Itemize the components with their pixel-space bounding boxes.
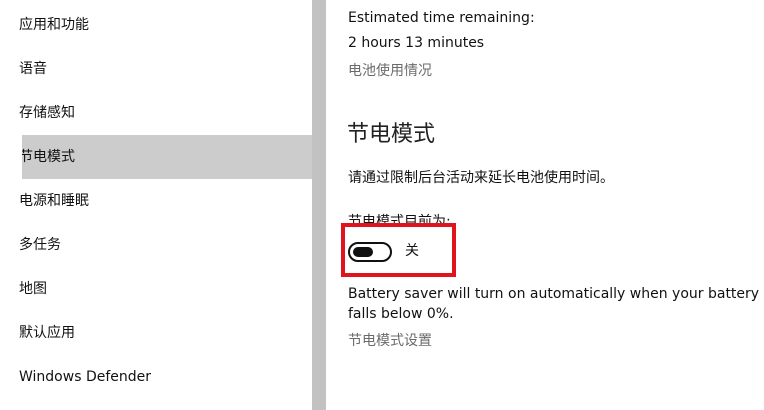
sidebar-item-label: Windows Defender bbox=[19, 369, 152, 385]
sidebar: 应用和功能 语音 存储感知 节电模式 电源和睡眠 多任务 地图 默认应用 Win… bbox=[0, 0, 312, 410]
sidebar-item-default-apps[interactable]: 默认应用 bbox=[0, 311, 312, 355]
section-title: 节电模式 bbox=[347, 122, 436, 147]
sidebar-item-label: 语音 bbox=[19, 61, 47, 77]
estimated-time-value: 2 hours 13 minutes bbox=[348, 35, 485, 51]
sidebar-scrollbar[interactable] bbox=[312, 0, 326, 410]
auto-turn-on-description: Battery saver will turn on automatically… bbox=[348, 286, 760, 322]
battery-usage-link[interactable]: 电池使用情况 bbox=[348, 60, 432, 80]
estimated-time-label: Estimated time remaining: bbox=[348, 10, 535, 26]
sidebar-item-label: 多任务 bbox=[19, 237, 61, 253]
sidebar-item-label: 节电模式 bbox=[22, 149, 75, 165]
battery-saver-panel: Estimated time remaining: 2 hours 13 min… bbox=[326, 0, 764, 410]
section-description: 请通过限制后台活动来延长电池使用时间。 bbox=[348, 170, 614, 186]
sidebar-item-battery-saver[interactable]: 节电模式 bbox=[22, 135, 312, 179]
sidebar-item-windows-defender[interactable]: Windows Defender bbox=[0, 355, 312, 399]
sidebar-item-label: 应用和功能 bbox=[19, 17, 89, 33]
sidebar-item-speech[interactable]: 语音 bbox=[0, 47, 312, 91]
sidebar-item-label: 地图 bbox=[19, 281, 47, 297]
battery-saver-toggle[interactable] bbox=[348, 242, 392, 262]
sidebar-item-label: 存储感知 bbox=[19, 105, 75, 121]
sidebar-item-power-sleep[interactable]: 电源和睡眠 bbox=[0, 179, 312, 223]
sidebar-item-storage[interactable]: 存储感知 bbox=[0, 91, 312, 135]
toggle-knob bbox=[353, 247, 373, 257]
sidebar-item-label: 电源和睡眠 bbox=[19, 193, 89, 209]
status-label: 节电模式目前为: bbox=[348, 214, 451, 230]
sidebar-item-maps[interactable]: 地图 bbox=[0, 267, 312, 311]
settings-window: 应用和功能 语音 存储感知 节电模式 电源和睡眠 多任务 地图 默认应用 Win… bbox=[0, 0, 764, 410]
sidebar-item-label: 默认应用 bbox=[19, 325, 75, 341]
toggle-state-label: 关 bbox=[405, 243, 419, 259]
battery-saver-settings-link[interactable]: 节电模式设置 bbox=[348, 330, 432, 350]
sidebar-item-apps-features[interactable]: 应用和功能 bbox=[0, 3, 312, 47]
sidebar-item-multitasking[interactable]: 多任务 bbox=[0, 223, 312, 267]
